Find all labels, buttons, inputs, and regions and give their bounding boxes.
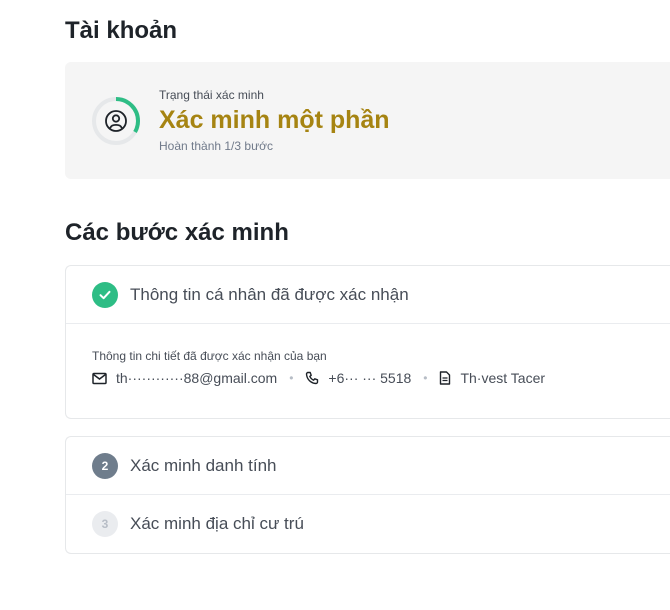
verified-name: Th·vest Tacer (439, 370, 545, 386)
status-value: Xác minh một phần (159, 106, 390, 134)
status-progress-text: Hoàn thành 1/3 bước (159, 139, 273, 153)
step-header-address[interactable]: 3 Xác minh địa chỉ cư trú (66, 495, 670, 553)
user-circle-icon (105, 110, 127, 132)
mail-icon (92, 372, 107, 385)
verified-details-caption: Thông tin chi tiết đã được xác nhận của … (92, 349, 327, 363)
progress-ring (90, 95, 142, 147)
verified-name-value: Th·vest Tacer (460, 370, 546, 386)
step-label-identity: Xác minh danh tính (130, 455, 277, 475)
detail-separator: • (423, 371, 428, 385)
step-header-identity[interactable]: 2 Xác minh danh tính (66, 437, 670, 495)
page-title: Tài khoản (65, 17, 178, 44)
remaining-steps-card: 2 Xác minh danh tính 3 Xác minh địa chỉ … (65, 436, 670, 554)
status-label: Trạng thái xác minh (159, 88, 264, 102)
verified-email-value: th············88@gmail.com (116, 370, 278, 386)
status-text-group: Trạng thái xác minh Xác minh một phần Ho… (159, 87, 390, 154)
verified-email: th············88@gmail.com (92, 370, 277, 386)
step-label-address: Xác minh địa chỉ cư trú (130, 514, 304, 533)
detail-separator: • (289, 371, 294, 385)
step-number-badge: 3 (92, 511, 118, 537)
phone-icon (305, 371, 319, 385)
step-card-personal-info: Thông tin cá nhân đã được xác nhận Thông… (65, 265, 670, 419)
step-label-personal-info: Thông tin cá nhân đã được xác nhận (130, 284, 409, 304)
verified-phone: +6··· ··· 5518 (305, 370, 411, 386)
step-header-personal-info[interactable]: Thông tin cá nhân đã được xác nhận (66, 266, 670, 324)
document-icon (439, 371, 451, 385)
step-number-badge: 2 (92, 452, 118, 479)
verified-phone-value: +6··· ··· 5518 (328, 370, 412, 386)
verified-details-row: th············88@gmail.com • +6··· ··· 5… (92, 370, 670, 386)
verified-details: Thông tin chi tiết đã được xác nhận của … (66, 324, 670, 386)
verification-status-card: Trạng thái xác minh Xác minh một phần Ho… (65, 62, 670, 179)
steps-section-title: Các bước xác minh (65, 219, 289, 246)
check-icon (92, 281, 118, 308)
